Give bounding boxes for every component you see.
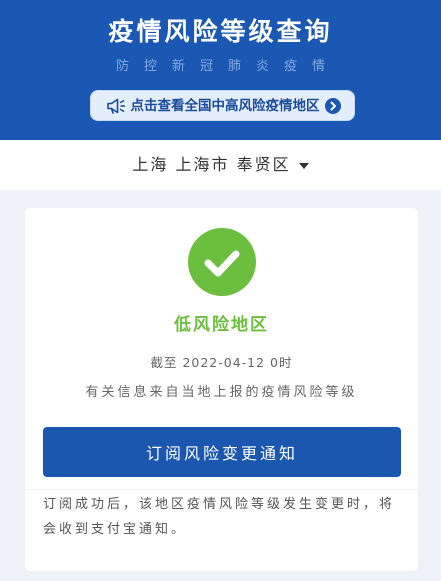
location-selector[interactable]: 上海 上海市 奉贤区 <box>0 140 441 190</box>
high-risk-areas-link[interactable]: 点击查看全国中高风险疫情地区 <box>90 90 355 121</box>
risk-level-page: 疫情风险等级查询 防控新冠肺炎疫情 点击查看全国中高风险疫情地区 上海 上海市 … <box>0 0 441 581</box>
high-risk-areas-label: 点击查看全国中高风险疫情地区 <box>130 97 320 114</box>
risk-level-text: 低风险地区 <box>174 315 269 335</box>
source-note: 有关信息来自当地上报的疫情风险等级 <box>85 385 358 400</box>
risk-result-card: 低风险地区 截至 2022-04-12 0时 有关信息来自当地上报的疫情风险等级… <box>25 208 418 571</box>
check-circle-icon <box>188 228 256 296</box>
subscribe-note: 订阅成功后，该地区疫情风险等级发生变更时，将会收到支付宝通知。 <box>43 497 396 537</box>
page-subtitle: 防控新冠肺炎疫情 <box>115 59 340 74</box>
chevron-right-circle-icon <box>324 97 341 114</box>
location-label: 上海 上海市 奉贤区 <box>132 155 291 174</box>
as-of-date: 截至 2022-04-12 0时 <box>150 355 293 370</box>
page-title: 疫情风险等级查询 <box>108 17 333 46</box>
subscribe-button[interactable]: 订阅风险变更通知 <box>43 427 401 477</box>
divider <box>25 489 418 490</box>
megaphone-icon <box>105 96 127 116</box>
header: 疫情风险等级查询 防控新冠肺炎疫情 点击查看全国中高风险疫情地区 <box>0 0 441 140</box>
caret-down-icon <box>298 163 309 169</box>
